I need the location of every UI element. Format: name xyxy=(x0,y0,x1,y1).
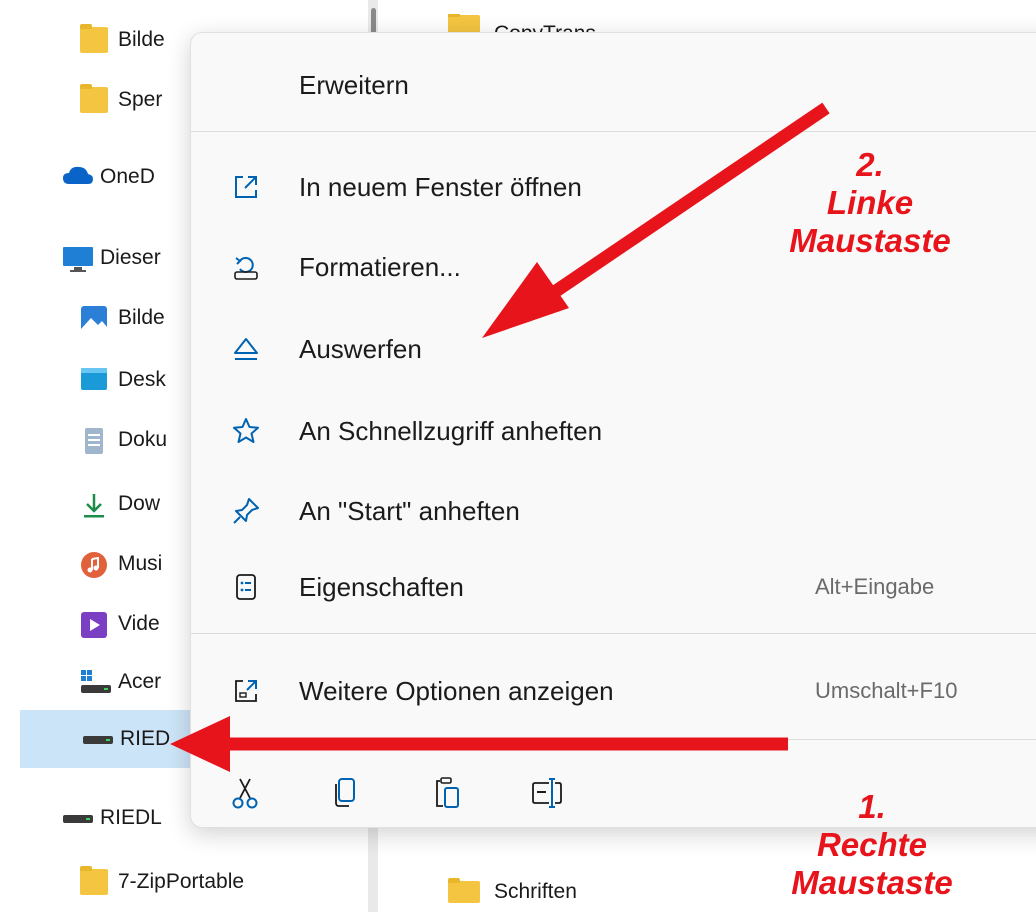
annotation-line: Maustaste xyxy=(789,222,951,259)
annotation-line: Rechte xyxy=(816,826,928,863)
annotation-line: Linke xyxy=(826,184,914,221)
arrow-to-eject xyxy=(482,102,830,338)
annotation-line: Maustaste xyxy=(791,864,953,901)
arrow-to-drive xyxy=(170,716,788,772)
annotation-line: 2. xyxy=(856,146,884,183)
annotation-step2: 2. Linke Maustaste xyxy=(780,146,960,260)
annotation-line: 1. xyxy=(858,788,886,825)
annotation-arrows xyxy=(170,102,830,772)
annotation-step1: 1. Rechte Maustaste xyxy=(782,788,962,902)
